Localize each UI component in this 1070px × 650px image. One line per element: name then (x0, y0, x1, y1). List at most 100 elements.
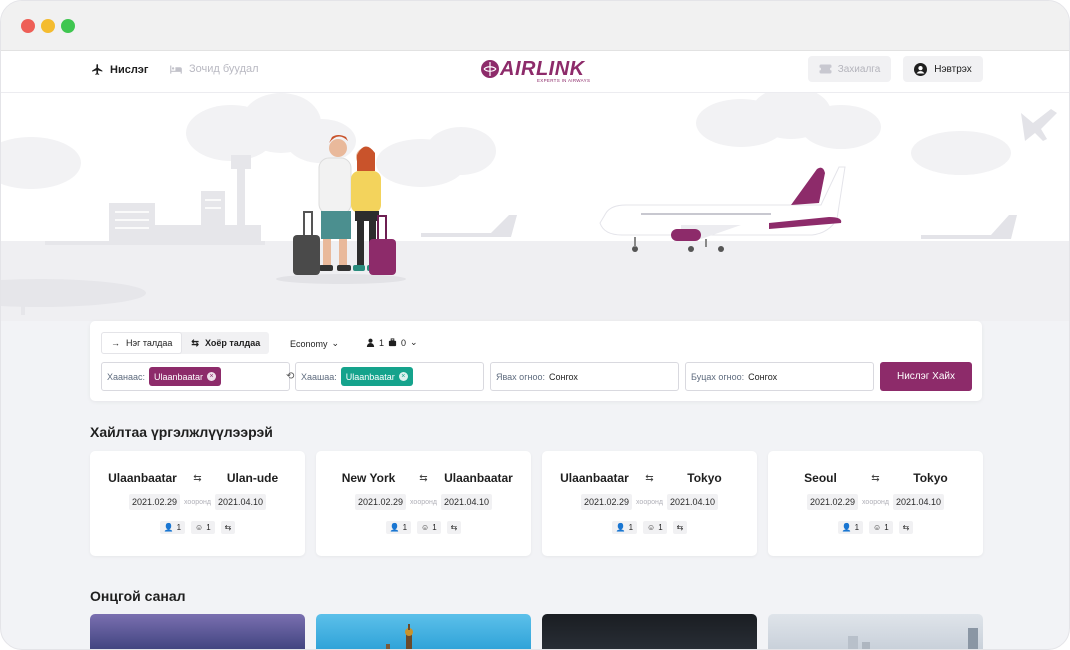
child-count: 1 (884, 523, 889, 532)
origin-chip[interactable]: Ulaanbaatar × (149, 367, 222, 386)
adult-count: 1 (176, 523, 182, 532)
cabin-class-select[interactable]: Economy ⌄ (290, 338, 339, 349)
offer-card[interactable] (542, 614, 757, 649)
login-label: Нэвтрэх (934, 63, 972, 75)
recent-search-card[interactable]: Ulaanbaatar ⇆ Tokyo 2021.02.29 хооронд 2… (542, 451, 757, 556)
nav-flights[interactable]: Нислэг (91, 63, 148, 76)
departure-date-value: Сонгох (548, 371, 578, 382)
depart-date: 2021.02.29 (580, 494, 633, 510)
flight-search-panel: → Нэг талдаа ⇆ Хоёр талдаа Economy ⌄ 1 0… (90, 321, 982, 401)
trip-type-badge: ⇆ (446, 521, 462, 534)
person-icon: 👤 (389, 523, 400, 532)
maximize-window-button[interactable] (61, 19, 75, 33)
date-range: 2021.02.29 хооронд 2021.04.10 (316, 494, 531, 510)
swap-arrows-icon: ⇆ (902, 523, 910, 532)
return-date-value: Сонгох (748, 371, 778, 382)
route: Ulaanbaatar ⇆ Tokyo (542, 471, 757, 485)
login-button[interactable]: Нэвтрэх (903, 56, 983, 82)
swap-arrows-icon: ⇆ (450, 523, 458, 532)
airlink-logo[interactable]: AIRLINK EXPERTS IN AIRWAYS (481, 58, 591, 84)
destination-city: Ulan-ude (226, 471, 279, 485)
tab-round-trip[interactable]: ⇆ Хоёр талдаа (182, 332, 269, 354)
swap-arrows-icon: ⇆ (676, 523, 684, 532)
tab-one-way[interactable]: → Нэг талдаа (101, 332, 183, 354)
tab-round-trip-label: Хоёр талдаа (204, 338, 261, 348)
clear-destination-icon[interactable]: × (398, 372, 408, 381)
arrow-right-icon: → (111, 338, 120, 348)
destination-label: Хаашаа: (301, 371, 337, 382)
offer-card[interactable] (316, 614, 531, 649)
swap-arrows-icon: ⇆ (419, 472, 428, 484)
recent-searches-title: Хайлтаа үргэлжлүүлээрэй (90, 424, 273, 440)
refresh-swap-icon: ⟲ (286, 371, 295, 382)
destination-field[interactable]: Хаашаа: Ulaanbaatar × (295, 362, 484, 391)
globe-icon (481, 60, 499, 78)
swap-route-button[interactable]: ⟲ (286, 371, 294, 382)
child-badge: ☺ 1 (191, 521, 215, 534)
child-face-icon: ☺ (421, 523, 430, 532)
passenger-summary: 👤 1 ☺ 1 ⇆ (316, 521, 531, 534)
orders-button[interactable]: Захиалга (808, 56, 891, 82)
origin-value: Ulaanbaatar (154, 371, 204, 382)
browser-titlebar (1, 1, 1069, 51)
city-skyline-image (848, 628, 978, 649)
child-count: 1 (206, 523, 211, 532)
departure-date-label: Явах огноо: (496, 371, 545, 382)
bed-icon (170, 65, 182, 74)
logo-tagline: EXPERTS IN AIRWAYS (537, 78, 591, 83)
cabin-class-value: Economy (290, 338, 328, 349)
child-badge: ☺ 1 (417, 521, 441, 534)
minimize-window-button[interactable] (41, 19, 55, 33)
destination-city: Tokyo (913, 471, 948, 485)
route: New York ⇆ Ulaanbaatar (316, 471, 531, 485)
clear-origin-icon[interactable]: × (207, 372, 217, 381)
nav-hotels[interactable]: Зочид буудал (169, 63, 259, 75)
adult-badge: 👤 1 (611, 521, 638, 534)
origin-city: Ulaanbaatar (108, 471, 177, 485)
adult-count: 1 (402, 523, 408, 532)
origin-label: Хаанаас: (107, 371, 145, 382)
destination-city: Tokyo (687, 471, 722, 485)
recent-search-card[interactable]: Ulaanbaatar ⇆ Ulan-ude 2021.02.29 хоорон… (90, 451, 305, 556)
between-label: хооронд (410, 498, 437, 506)
trip-type-badge: ⇆ (898, 521, 914, 534)
luggage-icon (388, 338, 397, 347)
return-date: 2021.04.10 (666, 494, 719, 510)
chevron-down-icon: ⌄ (331, 338, 340, 348)
departure-date-field[interactable]: Явах огноо: Сонгох (490, 362, 679, 391)
city-domes-image (386, 624, 413, 649)
child-face-icon: ☺ (647, 523, 656, 532)
destination-chip[interactable]: Ulaanbaatar × (340, 367, 413, 386)
recent-search-card[interactable]: New York ⇆ Ulaanbaatar 2021.02.29 хоорон… (316, 451, 531, 556)
child-count: 1 (658, 523, 663, 532)
passenger-select[interactable]: 1 0 ⌄ (366, 337, 418, 348)
adult-count: 1 (628, 523, 634, 532)
trip-type-badge: ⇆ (220, 521, 236, 534)
origin-field[interactable]: Хаанаас: Ulaanbaatar × (101, 362, 290, 391)
swap-arrows-icon: ⇆ (193, 472, 202, 484)
swap-arrows-icon: ⇆ (191, 337, 199, 348)
adult-count: 1 (854, 523, 860, 532)
offer-card[interactable] (768, 614, 983, 649)
return-date-field[interactable]: Буцах огноо: Сонгох (685, 362, 874, 391)
swap-arrows-icon: ⇆ (224, 523, 232, 532)
between-label: хооронд (184, 498, 211, 506)
search-flights-button[interactable]: Нислэг Хайх (880, 362, 972, 391)
hero-illustration (1, 93, 1069, 321)
offer-card[interactable] (90, 614, 305, 649)
infant-count: 0 (401, 337, 407, 348)
swap-arrows-icon: ⇆ (645, 472, 654, 484)
adult-badge: 👤 1 (385, 521, 412, 534)
chevron-down-icon: ⌄ (410, 337, 418, 347)
destination-city: Ulaanbaatar (444, 471, 513, 485)
close-window-button[interactable] (21, 19, 35, 33)
tab-one-way-label: Нэг талдаа (126, 338, 173, 348)
recent-search-card[interactable]: Seoul ⇆ Tokyo 2021.02.29 хооронд 2021.04… (768, 451, 983, 556)
nav-flights-label: Нислэг (110, 63, 149, 76)
origin-city: New York (341, 471, 396, 485)
origin-city: Ulaanbaatar (560, 471, 629, 485)
trip-type-toggle: → Нэг талдаа ⇆ Хоёр талдаа (101, 332, 270, 354)
passenger-summary: 👤 1 ☺ 1 ⇆ (90, 521, 305, 534)
adult-badge: 👤 1 (159, 521, 186, 534)
orders-label: Захиалга (837, 63, 881, 75)
